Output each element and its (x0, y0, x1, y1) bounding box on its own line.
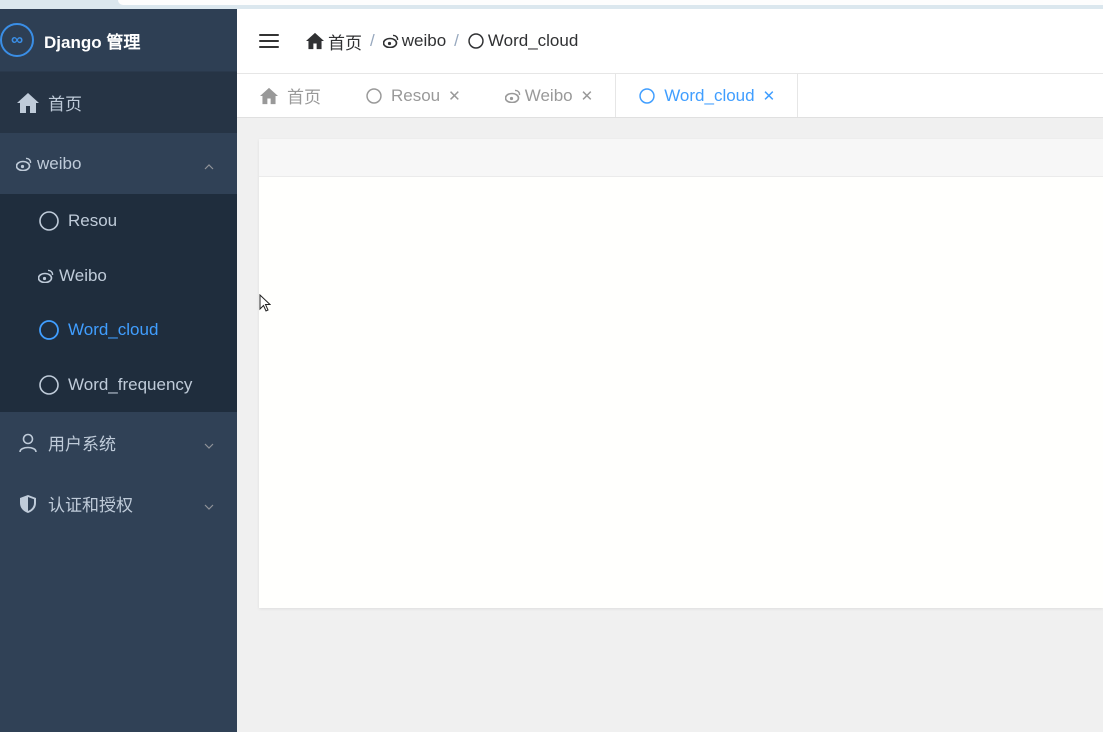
tab-resou[interactable]: Resou ✕ (343, 74, 483, 117)
weibo-icon (16, 152, 32, 176)
breadcrumb-home[interactable]: 首页 (328, 29, 362, 54)
circle-icon (467, 32, 485, 50)
sidebar-group-auth[interactable]: 认证和授权 (0, 473, 237, 534)
tabs-bar: 首页 Resou ✕ Weibo ✕ Word_cloud ✕ (237, 74, 1103, 118)
tab-label: 首页 (287, 88, 321, 107)
sidebar-item-resou[interactable]: Resou (0, 194, 237, 249)
mouse-cursor-icon (259, 294, 271, 312)
sidebar-item-label: Word_cloud (68, 320, 159, 340)
panel-header (259, 139, 1103, 177)
tab-label: Weibo (524, 85, 573, 105)
weibo-submenu: Resou Weibo Word_cloud Word_frequency (0, 194, 237, 412)
sidebar-group-label: weibo (37, 153, 82, 173)
circle-icon (638, 87, 656, 105)
circle-icon (38, 210, 60, 232)
tab-word-cloud[interactable]: Word_cloud ✕ (615, 74, 799, 117)
breadcrumb-separator: / (454, 31, 459, 50)
sidebar-item-label: Weibo (59, 265, 107, 285)
hamburger-menu-icon[interactable] (259, 31, 279, 51)
sidebar-item-word-frequency[interactable]: Word_frequency (0, 358, 237, 413)
close-icon[interactable]: ✕ (448, 87, 461, 105)
home-icon (305, 32, 325, 50)
logo-infinity-icon: ∞ (0, 23, 34, 57)
sidebar: ∞ Django 管理 首页 weibo Resou Weibo Word_cl… (0, 9, 237, 732)
chevron-up-icon (203, 158, 215, 170)
breadcrumb-separator: / (370, 31, 375, 50)
sidebar-group-weibo[interactable]: weibo (0, 133, 237, 194)
chevron-down-icon (203, 498, 215, 510)
chevron-down-icon (203, 437, 215, 449)
sidebar-item-label: Word_frequency (68, 374, 193, 394)
weibo-icon (382, 34, 399, 48)
sidebar-group-label: 认证和授权 (48, 496, 133, 515)
circle-icon (365, 87, 383, 105)
app-title: Django 管理 (44, 32, 141, 52)
home-icon (259, 87, 279, 105)
app-logo[interactable]: ∞ Django 管理 (0, 9, 237, 72)
sidebar-group-user-system[interactable]: 用户系统 (0, 412, 237, 473)
breadcrumb: 首页 / weibo / Word_cloud (305, 29, 578, 54)
weibo-icon (38, 265, 54, 287)
weibo-icon (504, 89, 521, 103)
circle-icon (38, 374, 60, 396)
user-icon (16, 431, 40, 455)
breadcrumb-word-cloud: Word_cloud (487, 31, 579, 50)
window-top-strip-inner (118, 0, 1103, 5)
sidebar-item-home[interactable]: 首页 (0, 72, 237, 133)
close-icon[interactable]: ✕ (581, 87, 594, 105)
shield-icon (16, 492, 40, 516)
home-icon (16, 91, 40, 115)
sidebar-item-word-cloud[interactable]: Word_cloud (0, 303, 237, 358)
tab-home[interactable]: 首页 (237, 74, 343, 117)
sidebar-item-label: 首页 (48, 95, 82, 114)
sidebar-item-weibo[interactable]: Weibo (0, 249, 237, 304)
window-top-strip (0, 0, 1103, 9)
tab-label: Word_cloud (664, 85, 755, 105)
tab-label: Resou (391, 85, 441, 105)
close-icon[interactable]: ✕ (763, 87, 776, 105)
content-panel (259, 139, 1103, 608)
breadcrumb-weibo[interactable]: weibo (402, 31, 446, 51)
circle-icon (38, 319, 60, 341)
navbar: 首页 / weibo / Word_cloud (237, 9, 1103, 74)
sidebar-group-label: 用户系统 (48, 435, 116, 454)
sidebar-item-label: Resou (68, 211, 118, 231)
main-area: 首页 / weibo / Word_cloud 首页 Resou ✕ Weibo… (237, 9, 1103, 732)
tab-weibo[interactable]: Weibo ✕ (483, 74, 615, 117)
